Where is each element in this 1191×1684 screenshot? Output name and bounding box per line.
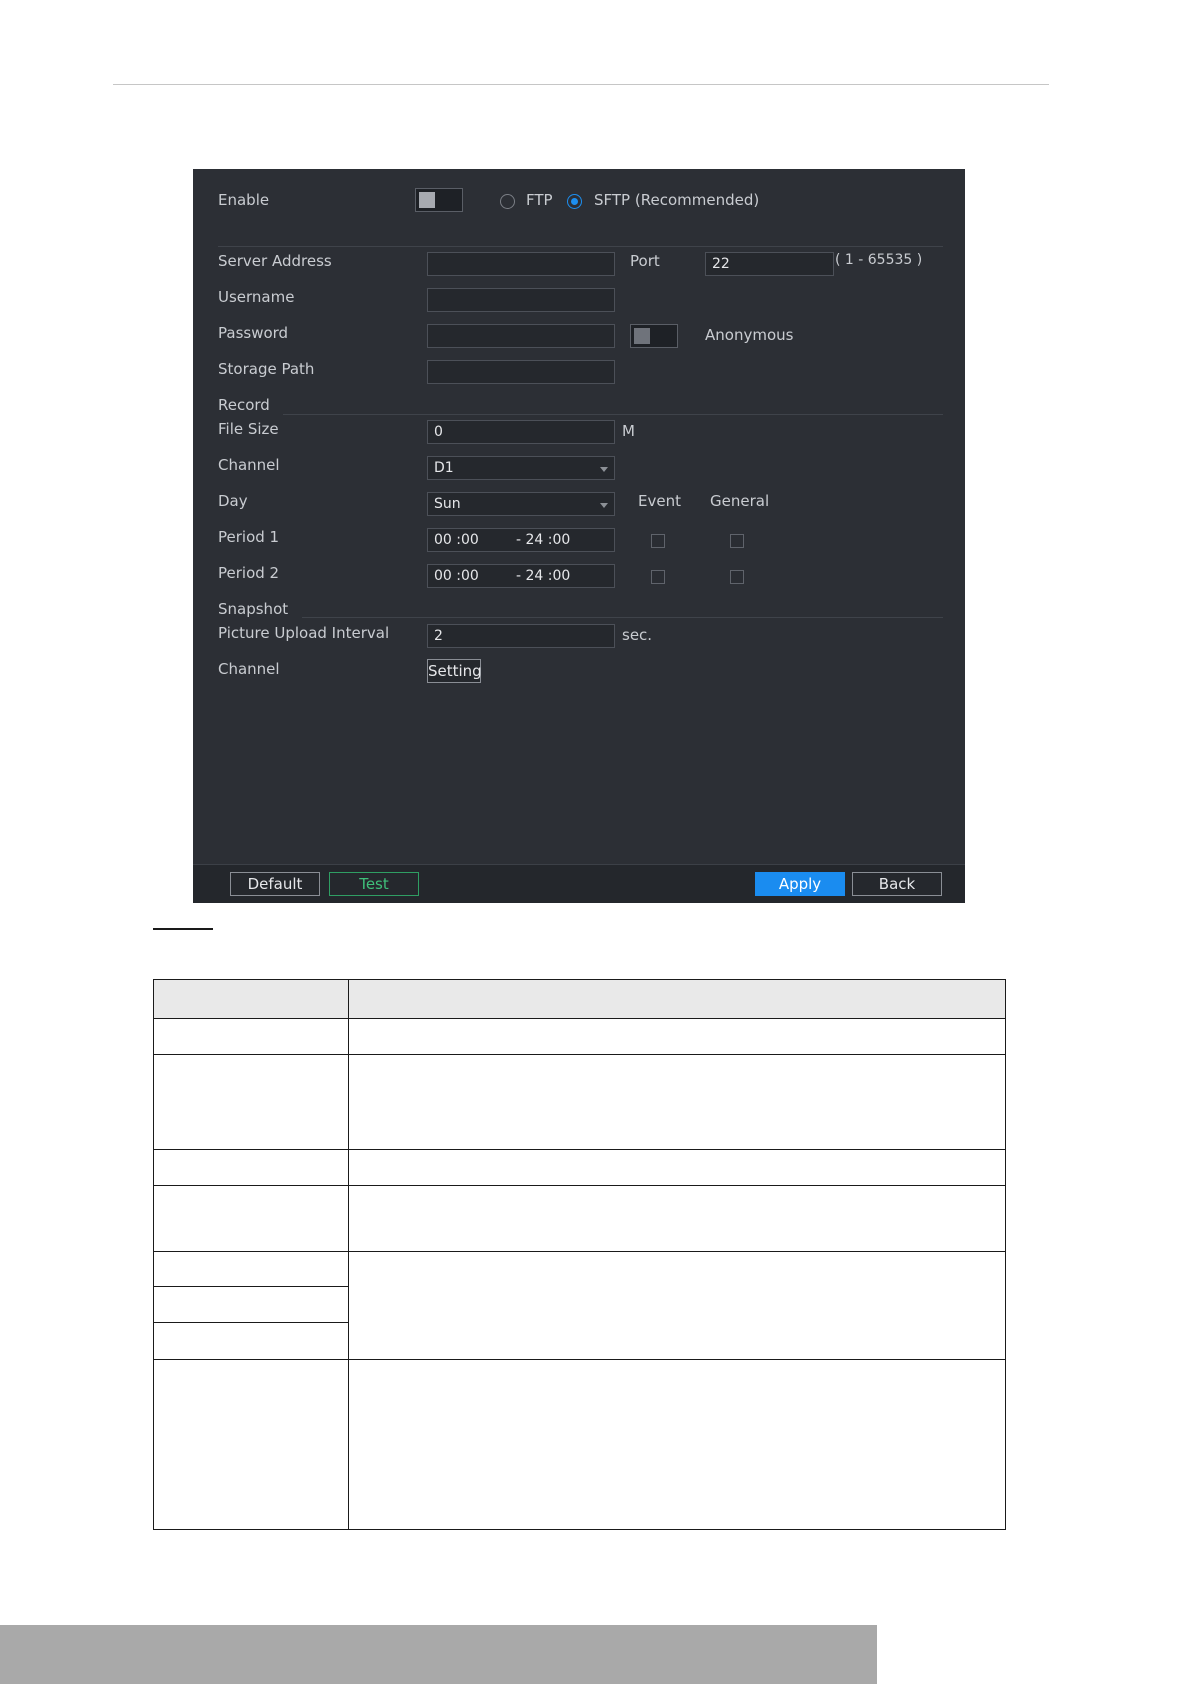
upload-interval-input[interactable]: 2 xyxy=(427,624,615,648)
apply-button[interactable]: Apply xyxy=(755,872,845,896)
port-range-hint: ( 1 - 65535 ) xyxy=(835,252,923,268)
enable-label: Enable xyxy=(218,191,270,209)
channel-label: Channel xyxy=(218,456,280,474)
parameter-table xyxy=(153,979,1006,1530)
server-address-input[interactable] xyxy=(427,252,615,276)
table-cell xyxy=(348,1149,1006,1186)
table-cell xyxy=(348,1251,1006,1360)
page-footer-bar xyxy=(0,1625,877,1684)
table-row xyxy=(153,1149,1006,1186)
divider xyxy=(218,246,943,247)
period-2-end-time[interactable]: - 24 :00 xyxy=(516,567,570,585)
table-cell xyxy=(348,1018,1006,1055)
table-row xyxy=(153,1185,1006,1252)
ftp-label: FTP xyxy=(526,191,553,209)
snapshot-channel-label: Channel xyxy=(218,660,280,678)
snapshot-section-label: Snapshot xyxy=(218,600,289,618)
table-cell xyxy=(153,1149,349,1186)
sftp-label: SFTP (Recommended) xyxy=(594,191,760,209)
day-label: Day xyxy=(218,492,248,510)
file-size-unit: M xyxy=(622,422,635,440)
table-header-row xyxy=(153,979,1006,1019)
period-2-time-range[interactable]: 00 :00 - 24 :00 xyxy=(427,564,615,588)
channel-select-value: D1 xyxy=(434,460,454,476)
period-2-start-time[interactable]: 00 :00 xyxy=(434,568,479,584)
period-1-end-time[interactable]: - 24 :00 xyxy=(516,531,570,549)
table-cell xyxy=(348,1359,1006,1530)
upload-interval-label: Picture Upload Interval xyxy=(218,624,390,642)
table-cell xyxy=(153,1322,349,1360)
file-size-input[interactable]: 0 xyxy=(427,420,615,444)
chevron-down-icon xyxy=(600,503,608,508)
period-2-label: Period 2 xyxy=(218,564,280,582)
toggle-knob xyxy=(634,328,650,344)
divider xyxy=(283,414,943,415)
day-select-value: Sun xyxy=(434,496,461,512)
table-cell xyxy=(153,1054,349,1150)
anonymous-toggle[interactable] xyxy=(630,324,678,348)
upload-interval-unit: sec. xyxy=(622,626,653,644)
file-size-label: File Size xyxy=(218,420,279,438)
header-rule xyxy=(113,84,1049,85)
table-cell xyxy=(153,1185,349,1252)
table-cell xyxy=(153,1359,349,1530)
password-label: Password xyxy=(218,324,289,342)
username-input[interactable] xyxy=(427,288,615,312)
event-column-header: Event xyxy=(638,492,681,510)
anonymous-label: Anonymous xyxy=(705,326,794,344)
chevron-down-icon xyxy=(600,467,608,472)
test-button[interactable]: Test xyxy=(329,872,419,896)
period-1-label: Period 1 xyxy=(218,528,280,546)
period-1-time-range[interactable]: 00 :00 - 24 :00 xyxy=(427,528,615,552)
table-row xyxy=(153,1018,1006,1055)
step-label-underline xyxy=(153,928,213,930)
username-label: Username xyxy=(218,288,295,306)
server-address-label: Server Address xyxy=(218,252,332,270)
day-select[interactable]: Sun xyxy=(427,492,615,516)
table-row xyxy=(153,1054,1006,1150)
port-input[interactable]: 22 xyxy=(705,252,834,276)
sftp-radio[interactable] xyxy=(567,194,582,209)
table-cell xyxy=(153,1286,349,1323)
enable-toggle[interactable] xyxy=(415,188,463,212)
ftp-radio[interactable] xyxy=(500,194,515,209)
storage-path-input[interactable] xyxy=(427,360,615,384)
port-label: Port xyxy=(630,252,660,270)
panel-footer: Default Test Apply Back xyxy=(193,864,965,903)
period-2-general-checkbox[interactable] xyxy=(730,570,744,584)
divider xyxy=(302,617,943,618)
table-row xyxy=(153,1251,1006,1360)
record-section-label: Record xyxy=(218,396,270,414)
back-button[interactable]: Back xyxy=(852,872,942,896)
ftp-settings-panel: Enable FTP SFTP (Recommended) Server Add… xyxy=(193,169,965,903)
table-row xyxy=(153,1359,1006,1530)
table-header-cell xyxy=(348,979,1006,1019)
period-2-event-checkbox[interactable] xyxy=(651,570,665,584)
table-cell xyxy=(348,1054,1006,1150)
general-column-header: General xyxy=(710,492,770,510)
password-input[interactable] xyxy=(427,324,615,348)
table-cell xyxy=(153,1018,349,1055)
period-1-start-time[interactable]: 00 :00 xyxy=(434,532,479,548)
table-header-cell xyxy=(153,979,349,1019)
table-cell xyxy=(348,1185,1006,1252)
toggle-knob xyxy=(419,192,435,208)
period-1-event-checkbox[interactable] xyxy=(651,534,665,548)
storage-path-label: Storage Path xyxy=(218,360,315,378)
setting-button[interactable]: Setting xyxy=(427,659,482,683)
period-1-general-checkbox[interactable] xyxy=(730,534,744,548)
default-button[interactable]: Default xyxy=(230,872,320,896)
channel-select[interactable]: D1 xyxy=(427,456,615,480)
table-cell xyxy=(153,1251,349,1287)
